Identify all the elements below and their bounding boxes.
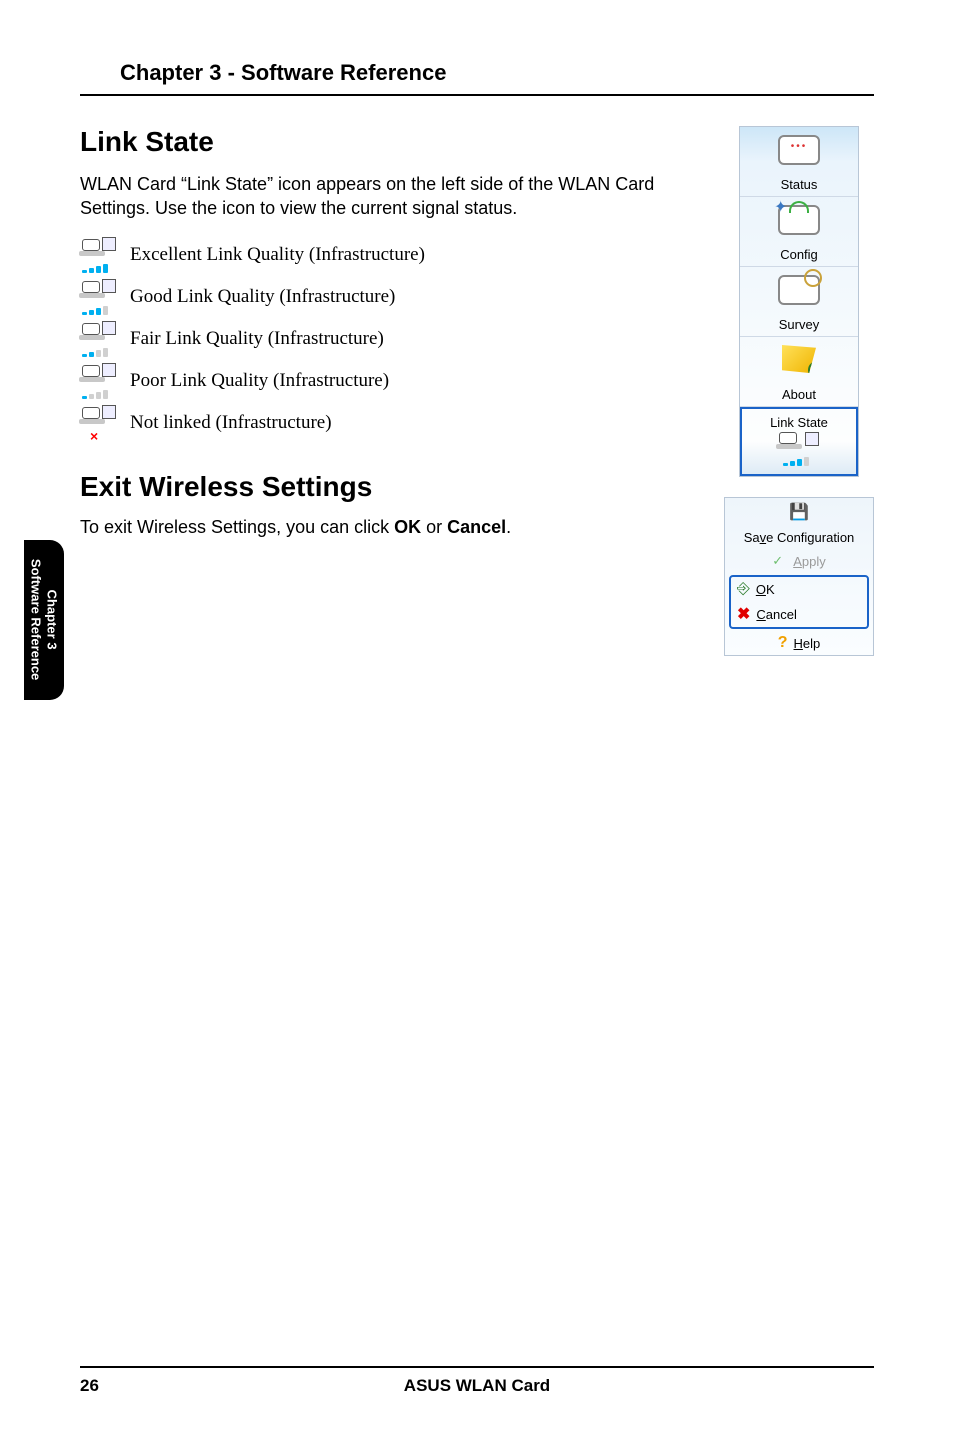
survey-icon bbox=[778, 275, 820, 305]
nav-item-config[interactable]: Config bbox=[740, 197, 858, 267]
cross-icon: × bbox=[90, 429, 98, 443]
list-item-label: Fair Link Quality (Infrastructure) bbox=[130, 328, 384, 350]
signal-good-icon bbox=[80, 279, 116, 315]
save-icon: 💾 bbox=[789, 502, 809, 522]
page-footer: 26 ASUS WLAN Card bbox=[80, 1366, 874, 1396]
list-item: × Not linked (Infrastructure) bbox=[80, 405, 704, 441]
config-icon bbox=[778, 205, 820, 235]
exit-title: Exit Wireless Settings bbox=[80, 471, 704, 503]
nav-item-label: Status bbox=[744, 177, 854, 192]
settings-nav-panel: Status Config Survey About Link State bbox=[739, 126, 859, 477]
exit-body: To exit Wireless Settings, you can click… bbox=[80, 517, 704, 538]
list-item-label: Poor Link Quality (Infrastructure) bbox=[130, 370, 389, 392]
save-config-label: Save Configuration bbox=[725, 526, 873, 549]
link-state-title: Link State bbox=[80, 126, 704, 158]
nav-item-label: Link State bbox=[744, 415, 854, 430]
nav-item-link-state[interactable]: Link State bbox=[740, 407, 858, 476]
help-button[interactable]: ? Help bbox=[725, 631, 873, 655]
list-item-label: Excellent Link Quality (Infrastructure) bbox=[130, 244, 425, 266]
save-config-button[interactable]: 💾 bbox=[725, 498, 873, 526]
action-panel: 💾 Save Configuration Apply ⎆ OK ✖ bbox=[724, 497, 874, 656]
signal-excellent-icon bbox=[80, 237, 116, 273]
list-item: Excellent Link Quality (Infrastructure) bbox=[80, 237, 704, 273]
list-item-label: Not linked (Infrastructure) bbox=[130, 412, 332, 434]
signal-fair-icon bbox=[80, 321, 116, 357]
nav-item-label: About bbox=[744, 387, 854, 402]
apply-button: Apply bbox=[725, 549, 873, 573]
nav-item-label: Config bbox=[744, 247, 854, 262]
signal-none-icon: × bbox=[80, 405, 116, 441]
nav-item-status[interactable]: Status bbox=[740, 127, 858, 197]
signal-poor-icon bbox=[80, 363, 116, 399]
list-item-label: Good Link Quality (Infrastructure) bbox=[130, 286, 395, 308]
nav-item-label: Survey bbox=[744, 317, 854, 332]
help-icon: ? bbox=[778, 634, 788, 652]
check-icon bbox=[772, 553, 787, 569]
cancel-button[interactable]: ✖ Cancel bbox=[731, 601, 867, 627]
link-quality-list: Excellent Link Quality (Infrastructure) … bbox=[80, 237, 704, 441]
link-state-intro: WLAN Card “Link State” icon appears on t… bbox=[80, 172, 704, 221]
chapter-side-tab: Chapter 3 Software Reference bbox=[24, 540, 64, 700]
status-icon bbox=[778, 135, 820, 165]
link-state-icon bbox=[777, 430, 821, 468]
ok-button[interactable]: ⎆ OK bbox=[731, 577, 867, 601]
chapter-header: Chapter 3 - Software Reference bbox=[80, 60, 874, 96]
list-item: Poor Link Quality (Infrastructure) bbox=[80, 363, 704, 399]
nav-item-survey[interactable]: Survey bbox=[740, 267, 858, 337]
list-item: Fair Link Quality (Infrastructure) bbox=[80, 321, 704, 357]
footer-product: ASUS WLAN Card bbox=[80, 1376, 874, 1396]
about-icon bbox=[782, 345, 816, 373]
exit-icon: ⎆ bbox=[737, 580, 750, 598]
nav-item-about[interactable]: About bbox=[740, 337, 858, 407]
list-item: Good Link Quality (Infrastructure) bbox=[80, 279, 704, 315]
close-icon: ✖ bbox=[737, 604, 750, 624]
